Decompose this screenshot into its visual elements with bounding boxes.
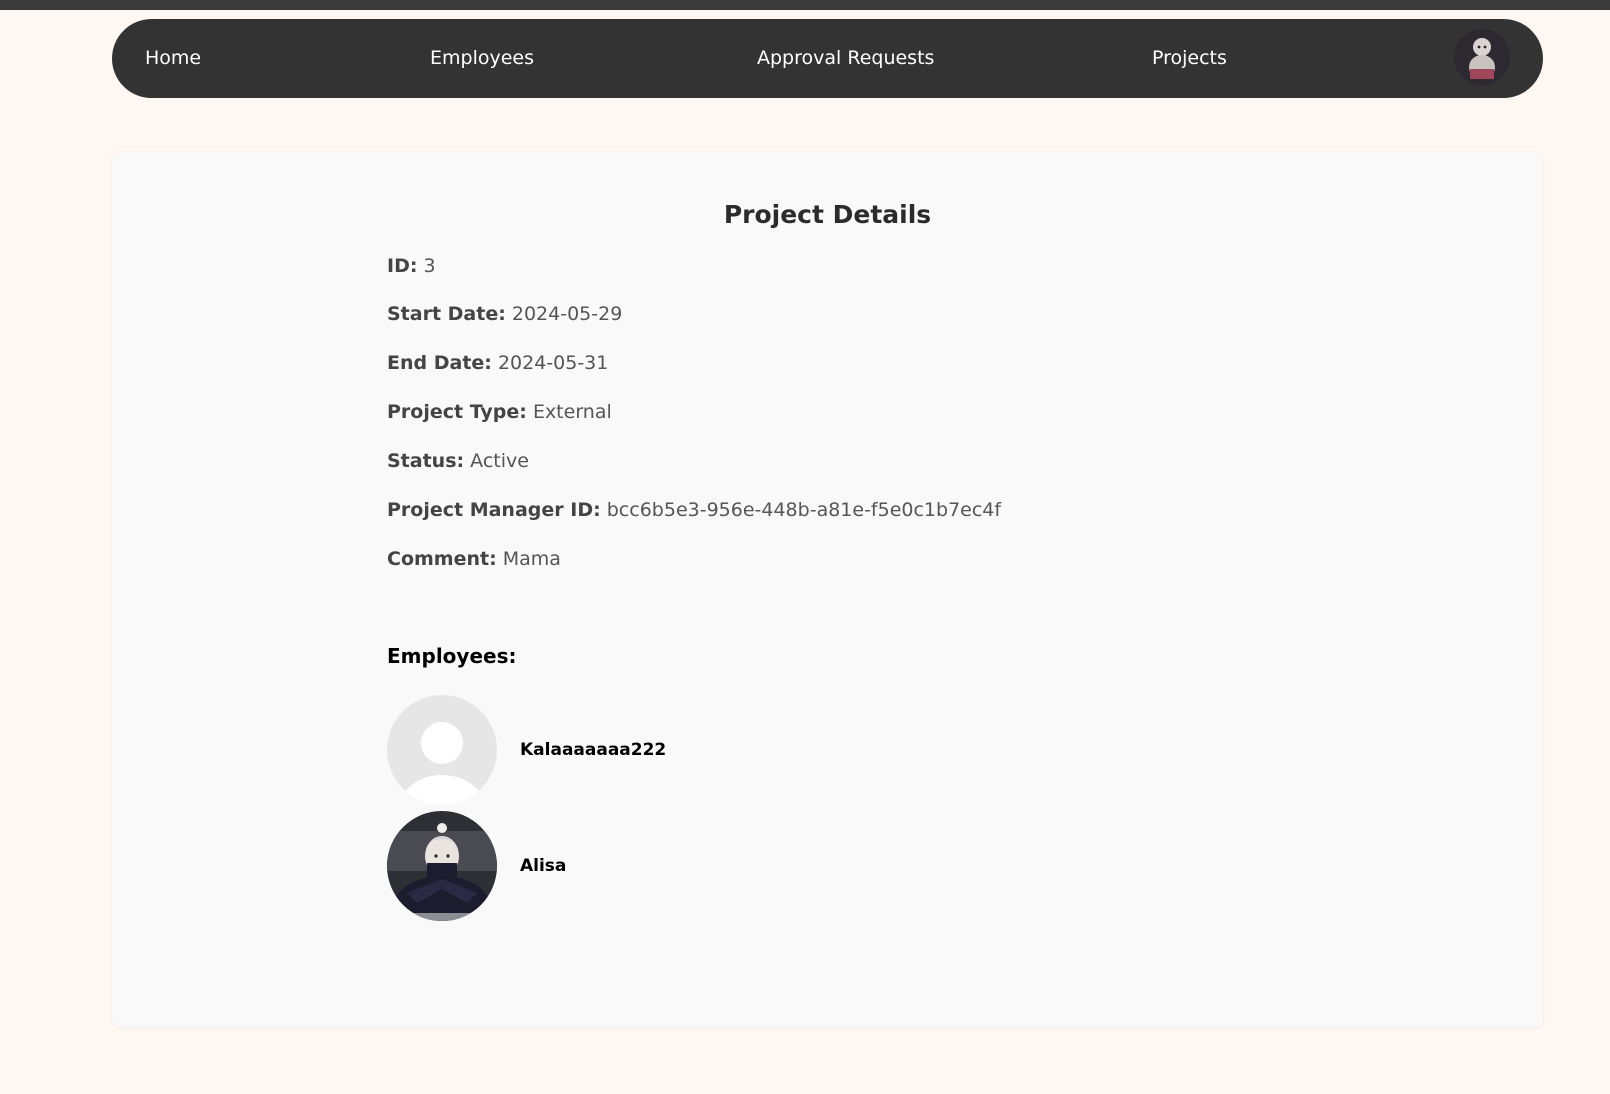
employee-list-item[interactable]: Alisa — [387, 811, 787, 921]
field-start-date: Start Date: 2024-05-29 — [387, 303, 622, 325]
employee-name: Kalaaaaaaa222 — [520, 740, 667, 760]
nav-projects-link[interactable]: Projects — [1152, 19, 1227, 98]
user-avatar-icon[interactable] — [1454, 29, 1510, 85]
anime-character-avatar — [387, 811, 497, 921]
field-id: ID: 3 — [387, 255, 436, 277]
field-project-type: Project Type: External — [387, 401, 612, 423]
default-avatar-icon — [387, 695, 497, 805]
field-value: Active — [470, 450, 529, 472]
page-title: Project Details — [723, 200, 932, 229]
project-details-card: Project Details ID: 3 Start Date: 2024-0… — [112, 152, 1543, 1027]
field-label: Status: — [387, 450, 465, 472]
field-value: 3 — [423, 255, 436, 277]
field-label: ID: — [387, 255, 418, 277]
field-label: Project Manager ID: — [387, 499, 601, 521]
field-value: bcc6b5e3-956e-448b-a81e-f5e0c1b7ec4f — [606, 499, 1002, 521]
nav-home-link[interactable]: Home — [145, 19, 201, 98]
field-value: 2024-05-29 — [511, 303, 623, 325]
employees-heading: Employees: — [387, 644, 517, 668]
field-label: Comment: — [387, 548, 497, 570]
field-label: End Date: — [387, 352, 492, 374]
field-project-manager-id: Project Manager ID: bcc6b5e3-956e-448b-a… — [387, 499, 1001, 521]
field-comment: Comment: Mama — [387, 548, 561, 570]
employee-name: Alisa — [520, 856, 567, 876]
nav-approval-requests-link[interactable]: Approval Requests — [757, 19, 934, 98]
field-value: Mama — [502, 548, 561, 570]
field-status: Status: Active — [387, 450, 529, 472]
employee-list-item[interactable]: Kalaaaaaaa222 — [387, 695, 787, 805]
field-value: External — [532, 401, 612, 423]
navbar: Home Employees Approval Requests Project… — [112, 19, 1543, 98]
field-label: Project Type: — [387, 401, 527, 423]
field-end-date: End Date: 2024-05-31 — [387, 352, 608, 374]
top-strip — [0, 0, 1610, 10]
nav-employees-link[interactable]: Employees — [430, 19, 534, 98]
field-label: Start Date: — [387, 303, 506, 325]
field-value: 2024-05-31 — [497, 352, 609, 374]
